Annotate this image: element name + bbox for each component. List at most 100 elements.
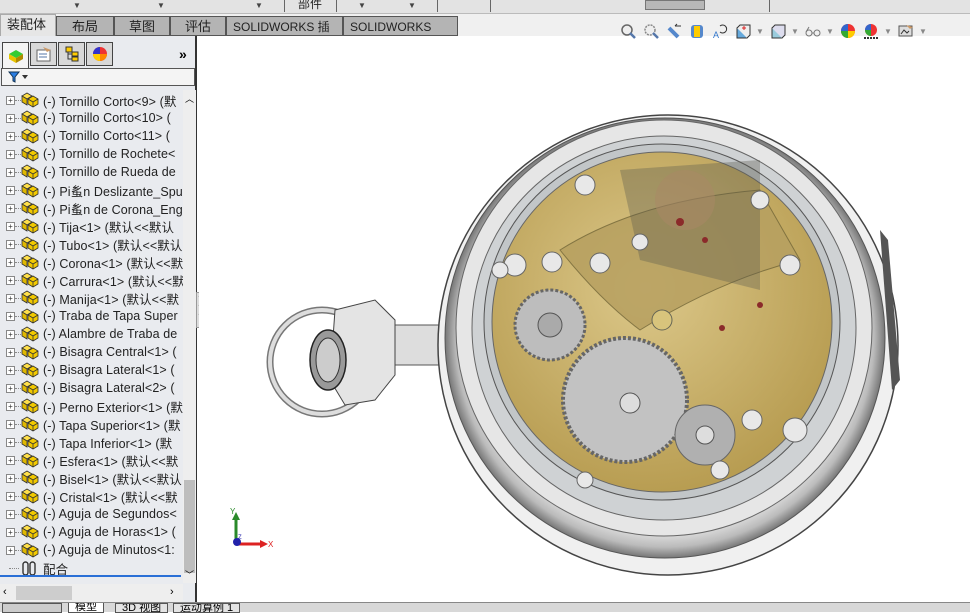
- expand-icon[interactable]: +: [6, 491, 15, 501]
- expand-icon[interactable]: +: [6, 365, 15, 375]
- expand-icon[interactable]: +: [6, 293, 15, 303]
- expand-icon[interactable]: +: [6, 95, 15, 105]
- property-manager-tab[interactable]: [30, 42, 57, 66]
- tree-item-mates[interactable]: 配合: [0, 559, 183, 575]
- dropdown-caret-icon[interactable]: ▼: [919, 27, 927, 36]
- tree-item[interactable]: + (-) Tornillo de Rochete<: [0, 145, 183, 163]
- tree-item[interactable]: + (-) Tubo<1> (默认<<默认: [0, 235, 183, 253]
- expand-icon[interactable]: +: [6, 239, 15, 249]
- expand-icon[interactable]: +: [6, 545, 15, 555]
- tree-item[interactable]: + (-) Bisagra Central<1> (: [0, 343, 183, 361]
- tree-item[interactable]: + (-) Cristal<1> (默认<<默: [0, 487, 183, 505]
- dropdown-caret-icon[interactable]: ▼: [408, 1, 416, 10]
- tree-item[interactable]: + (-) Tapa Inferior<1> (默: [0, 433, 183, 451]
- expand-icon[interactable]: +: [6, 527, 15, 537]
- toolbar-button[interactable]: [645, 0, 705, 10]
- tree-item[interactable]: + (-) Tornillo Corto<10> (: [0, 109, 183, 127]
- expand-icon[interactable]: +: [6, 275, 15, 285]
- expand-icon[interactable]: +: [6, 509, 15, 519]
- tree-item[interactable]: + (-) Alambre de Traba de: [0, 325, 183, 343]
- tab-layout[interactable]: 布局: [56, 16, 114, 36]
- tree-item[interactable]: + (-) Carrura<1> (默认<<默: [0, 271, 183, 289]
- tree-item[interactable]: + (-) Perno Exterior<1> (默: [0, 397, 183, 415]
- feature-manager-tab[interactable]: [2, 42, 29, 68]
- tree-item[interactable]: + (-) Bisagra Lateral<2> (: [0, 379, 183, 397]
- expand-icon[interactable]: +: [6, 455, 15, 465]
- expand-icon[interactable]: +: [6, 437, 15, 447]
- section-view-icon[interactable]: [687, 22, 706, 41]
- tab-evaluate[interactable]: 评估: [170, 16, 226, 36]
- expand-icon[interactable]: +: [6, 419, 15, 429]
- edit-appearance-icon[interactable]: [838, 22, 857, 41]
- view-orientation-icon[interactable]: [733, 22, 752, 41]
- graphics-area[interactable]: Y Z X: [199, 36, 970, 602]
- pocket-watch-model[interactable]: [199, 36, 970, 602]
- zoom-to-fit-icon[interactable]: [618, 22, 637, 41]
- scroll-up-icon[interactable]: ︿: [185, 92, 194, 105]
- tree-item[interactable]: + (-) Tornillo de Rueda de: [0, 163, 183, 181]
- tree-item[interactable]: + (-) Traba de Tapa Super: [0, 307, 183, 325]
- tree-item[interactable]: + (-) Bisel<1> (默认<<默认: [0, 469, 183, 487]
- dropdown-caret-icon[interactable]: ▼: [358, 1, 366, 10]
- scroll-down-icon[interactable]: ﹀: [185, 568, 194, 581]
- expand-icon[interactable]: +: [6, 203, 15, 213]
- expand-icon[interactable]: +: [6, 167, 15, 177]
- tree-item[interactable]: + (-) Esfera<1> (默认<<默: [0, 451, 183, 469]
- expand-icon[interactable]: +: [6, 113, 15, 123]
- zoom-to-area-icon[interactable]: [641, 22, 660, 41]
- expand-icon[interactable]: +: [6, 311, 15, 321]
- part-label[interactable]: 部件: [298, 0, 322, 12]
- tree-item[interactable]: + (-) Aguja de Minutos<1:: [0, 541, 183, 559]
- dropdown-caret-icon[interactable]: ▼: [756, 27, 764, 36]
- expand-icon[interactable]: +: [6, 185, 15, 195]
- tree-item[interactable]: + (-) Manija<1> (默认<<默: [0, 289, 183, 307]
- previous-view-icon[interactable]: [664, 22, 683, 41]
- expand-icon[interactable]: +: [6, 149, 15, 159]
- tree-item[interactable]: + (-) Aguja de Horas<1> (: [0, 523, 183, 541]
- display-manager-tab[interactable]: [86, 42, 113, 66]
- tree-item[interactable]: + (-) Pi蚃n de Corona_Eng: [0, 199, 183, 217]
- expand-icon[interactable]: +: [6, 329, 15, 339]
- tab-sketch[interactable]: 草图: [114, 16, 170, 36]
- dropdown-caret-icon[interactable]: ▼: [826, 27, 834, 36]
- expand-icon[interactable]: +: [6, 347, 15, 357]
- tree-item[interactable]: + (-) Tapa Superior<1> (默: [0, 415, 183, 433]
- tree-horizontal-scrollbar[interactable]: ‹ ›: [0, 584, 183, 602]
- tree-item-label: (-) Tija<1> (默认<<默认: [43, 220, 175, 235]
- dropdown-caret-icon[interactable]: ▼: [791, 27, 799, 36]
- display-style-icon[interactable]: [768, 22, 787, 41]
- expand-icon[interactable]: +: [6, 221, 15, 231]
- expand-panel-button[interactable]: »: [179, 46, 187, 62]
- tree-item[interactable]: + (-) Aguja de Segundos<: [0, 505, 183, 523]
- tree-item[interactable]: + (-) Tija<1> (默认<<默认: [0, 217, 183, 235]
- scroll-right-icon[interactable]: ›: [170, 586, 174, 598]
- tree-filter-bar[interactable]: [1, 68, 195, 86]
- expand-icon[interactable]: +: [6, 401, 15, 411]
- filter-icon[interactable]: [8, 70, 30, 84]
- dropdown-caret-icon[interactable]: ▼: [255, 1, 263, 10]
- tree-item[interactable]: + (-) Corona<1> (默认<<默: [0, 253, 183, 271]
- tab-assembly[interactable]: 装配体: [0, 14, 56, 36]
- expand-icon[interactable]: +: [6, 257, 15, 267]
- tab-solidworks-addins[interactable]: SOLIDWORKS 插件: [226, 16, 343, 54]
- configuration-manager-tab[interactable]: [58, 42, 85, 66]
- expand-icon[interactable]: +: [6, 383, 15, 393]
- tree-item[interactable]: + (-) Pi蚃n Deslizante_Spur: [0, 181, 183, 199]
- apply-scene-icon[interactable]: [861, 22, 880, 41]
- dropdown-caret-icon[interactable]: ▼: [157, 1, 165, 10]
- hide-show-items-icon[interactable]: [803, 22, 822, 41]
- dropdown-caret-icon[interactable]: ▼: [884, 27, 892, 36]
- scrollbar-thumb[interactable]: [184, 480, 195, 573]
- view-settings-icon[interactable]: [896, 22, 915, 41]
- dynamic-annotation-icon[interactable]: A: [710, 22, 729, 41]
- expand-icon[interactable]: +: [6, 131, 15, 141]
- dropdown-caret-icon[interactable]: ▼: [73, 1, 81, 10]
- scrollbar-thumb[interactable]: [16, 586, 72, 600]
- scroll-left-icon[interactable]: ‹: [3, 586, 7, 598]
- tree-vertical-scrollbar[interactable]: ︿ ﹀: [183, 90, 196, 583]
- expand-icon[interactable]: +: [6, 473, 15, 483]
- tree-item[interactable]: + (-) Tornillo Corto<11> (: [0, 127, 183, 145]
- tab-solidworks-mbd[interactable]: SOLIDWORKS MBD: [343, 16, 458, 54]
- tree-item[interactable]: + (-) Bisagra Lateral<1> (: [0, 361, 183, 379]
- tree-item[interactable]: + (-) Tornillo Corto<9> (默: [0, 91, 183, 109]
